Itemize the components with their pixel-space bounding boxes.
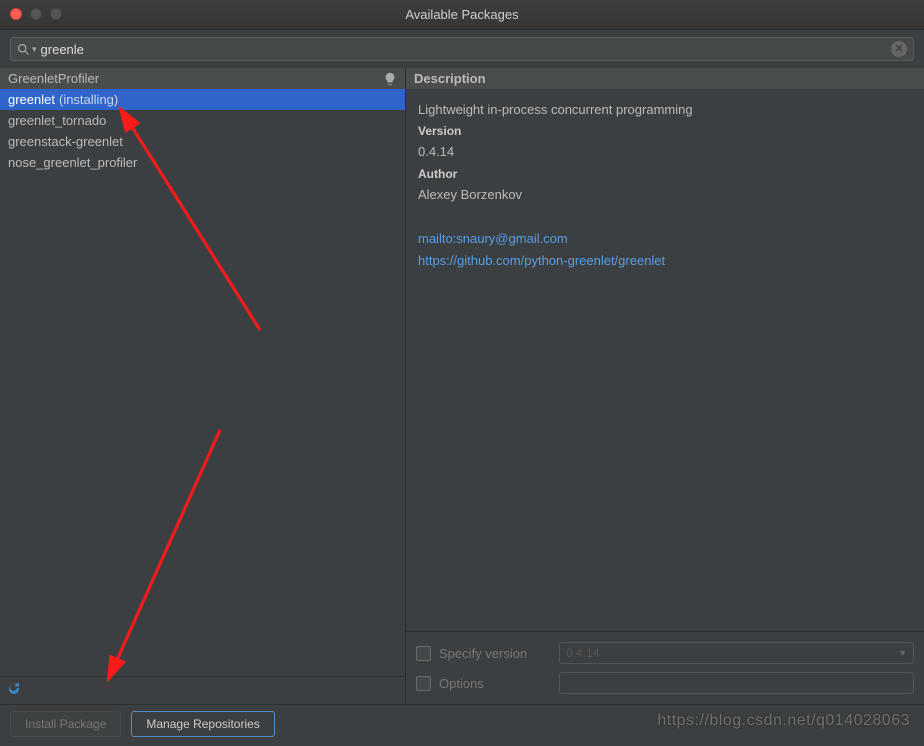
package-summary: Lightweight in-process concurrent progra… [418,99,912,121]
description-body: Lightweight in-process concurrent progra… [406,89,924,631]
chevron-down-icon: ▼ [898,648,907,658]
package-author: Alexey Borzenkov [418,184,912,206]
search-field-wrap[interactable]: ▾ ✕ [10,37,914,61]
options-label: Options [439,676,559,691]
options-checkbox[interactable] [416,676,431,691]
list-item[interactable]: greenlet_tornado [0,110,405,131]
search-scope-dropdown-icon[interactable]: ▾ [32,44,37,55]
clear-search-icon[interactable]: ✕ [891,41,907,57]
list-item[interactable]: nose_greenlet_profiler [0,152,405,173]
close-window-icon[interactable] [10,8,22,20]
package-name: nose_greenlet_profiler [8,155,137,170]
package-name: greenstack-greenlet [8,134,123,149]
install-options: Specify version 0.4.14 ▼ Options [406,631,924,704]
zoom-window-icon[interactable] [50,8,62,20]
package-status: (installing) [59,92,118,107]
specify-version-checkbox[interactable] [416,646,431,661]
list-item[interactable]: GreenletProfiler [0,68,405,89]
project-url-link[interactable]: https://github.com/python-greenlet/green… [418,250,912,272]
package-list-panel: GreenletProfiler greenlet (installing) g… [0,68,406,704]
search-input[interactable] [41,42,891,57]
description-heading: Description [406,68,924,89]
minimize-window-icon[interactable] [30,8,42,20]
list-item[interactable]: greenstack-greenlet [0,131,405,152]
package-list[interactable]: GreenletProfiler greenlet (installing) g… [0,68,405,676]
author-label: Author [418,164,912,184]
package-name: GreenletProfiler [8,71,99,86]
list-item-selected[interactable]: greenlet (installing) [0,89,405,110]
manage-repositories-button[interactable]: Manage Repositories [131,711,274,737]
package-version: 0.4.14 [418,141,912,163]
options-input[interactable] [559,672,914,694]
suggest-icon [383,72,397,86]
package-name: greenlet_tornado [8,113,106,128]
watermark: https://blog.csdn.net/q014028063 [657,712,910,730]
install-package-button[interactable]: Install Package [10,711,121,737]
specify-version-label: Specify version [439,646,559,661]
package-name: greenlet [8,92,55,107]
description-panel: Description Lightweight in-process concu… [406,68,924,704]
version-combobox[interactable]: 0.4.14 ▼ [559,642,914,664]
window-title: Available Packages [405,7,518,22]
version-label: Version [418,121,912,141]
search-icon [17,43,30,56]
author-email-link[interactable]: mailto:snaury@gmail.com [418,228,912,250]
refresh-button[interactable] [6,681,22,700]
version-combobox-value: 0.4.14 [566,646,599,660]
traffic-lights [10,8,62,20]
titlebar: Available Packages [0,0,924,30]
